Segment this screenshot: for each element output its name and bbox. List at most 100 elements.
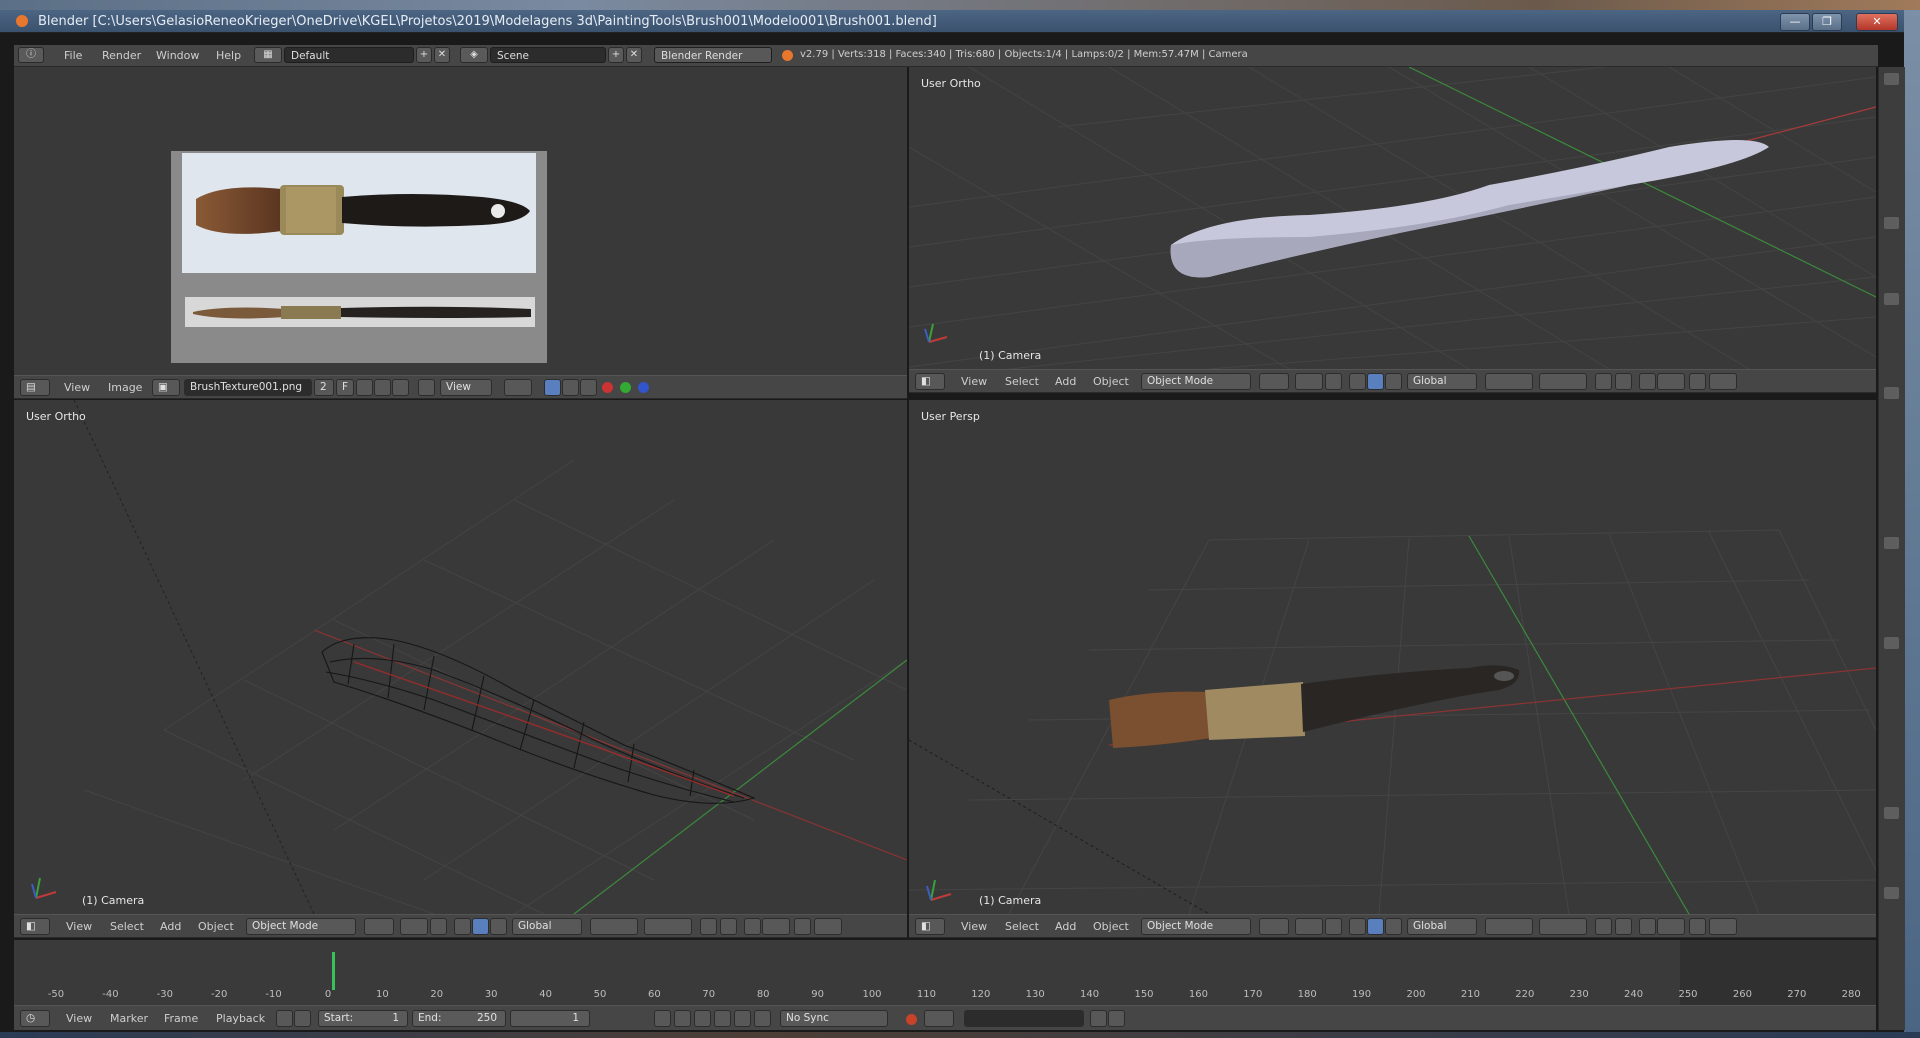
jump-start-icon[interactable] [654,1010,671,1027]
snap-toggle-icon[interactable] [1639,373,1656,390]
transform-orientation-select[interactable]: Global [1407,373,1477,390]
pivot-point-icon[interactable] [400,918,428,935]
toolbar-icon[interactable] [1884,217,1899,229]
menu-add[interactable]: Add [1055,375,1076,388]
maximize-button[interactable]: ❐ [1812,13,1842,31]
pivot-point-icon[interactable] [1295,373,1323,390]
menu-select[interactable]: Select [110,920,144,933]
pivot-icon[interactable] [504,379,532,396]
translate-manipulator-icon[interactable] [1349,918,1366,935]
z-buffer-icon[interactable] [580,379,597,396]
menu-view[interactable]: View [66,920,92,933]
viewport-bottom-right[interactable]: User Persp (1) Camera [909,400,1876,914]
keying-set-icon[interactable] [924,1010,954,1027]
translate-manipulator-icon[interactable] [1349,373,1366,390]
snap-element-icon[interactable] [762,918,790,935]
delete-layout-button[interactable]: ✕ [434,47,450,63]
proportional-edit-icon[interactable] [720,918,737,935]
toolbar-icon[interactable] [1884,807,1899,819]
menu-view[interactable]: View [961,920,987,933]
menu-view[interactable]: View [66,1012,92,1025]
delete-keyframe-icon[interactable] [1108,1010,1125,1027]
viewport-top-right[interactable]: User Ortho (1) Camera [909,67,1876,369]
menu-object[interactable]: Object [1093,375,1129,388]
layers-grid-2-icon[interactable] [644,918,692,935]
preview-range-icon[interactable] [276,1010,293,1027]
viewport-bottom-left[interactable]: User Ortho (1) Camera [14,400,907,914]
scale-manipulator-icon[interactable] [1385,918,1402,935]
screen-layout-icon[interactable]: ▦ [254,47,282,63]
scale-manipulator-icon[interactable] [490,918,507,935]
insert-keyframe-icon[interactable] [1090,1010,1107,1027]
start-frame-field[interactable]: Start: 1 [318,1010,408,1027]
new-image-icon[interactable] [356,379,373,396]
manipulator-toggle-icon[interactable] [1325,918,1342,935]
layer-lock-icon[interactable] [1595,373,1612,390]
layers-grid-2-icon[interactable] [1539,373,1587,390]
opengl-render-icon[interactable] [1689,373,1706,390]
close-button[interactable]: ✕ [1856,13,1898,31]
rotate-manipulator-icon[interactable] [472,918,489,935]
snap-element-icon[interactable] [1657,918,1685,935]
editor-type-image-button[interactable]: ▤ [20,379,50,396]
toolbar-icon[interactable] [1884,537,1899,549]
next-keyframe-icon[interactable] [734,1010,751,1027]
image-browse-button[interactable]: ▣ [152,379,180,396]
play-reverse-icon[interactable] [694,1010,711,1027]
transform-orientation-select[interactable]: Global [1407,918,1477,935]
rotate-manipulator-icon[interactable] [1367,373,1384,390]
menu-render[interactable]: Render [102,49,141,62]
transform-orientation-select[interactable]: Global [512,918,582,935]
screen-layout-field[interactable]: Default [284,47,414,63]
menu-object[interactable]: Object [198,920,234,933]
add-layout-button[interactable]: + [416,47,432,63]
menu-select[interactable]: Select [1005,375,1039,388]
layer-lock-icon[interactable] [700,918,717,935]
proportional-edit-icon[interactable] [1615,918,1632,935]
translate-manipulator-icon[interactable] [454,918,471,935]
play-icon[interactable] [714,1010,731,1027]
display-channels-icon[interactable] [544,379,561,396]
menu-window[interactable]: Window [156,49,199,62]
editor-type-info-button[interactable]: ⓘ [18,47,44,63]
opengl-render-icon[interactable] [794,918,811,935]
pin-image-icon[interactable] [418,379,435,396]
render-engine-select[interactable]: Blender Render [654,47,772,63]
editor-type-3dview-button[interactable]: ◧ [915,373,945,390]
scale-manipulator-icon[interactable] [1385,373,1402,390]
unlink-image-icon[interactable] [392,379,409,396]
minimize-button[interactable]: — [1780,13,1810,31]
toolbar-icon[interactable] [1884,387,1899,399]
image-editor[interactable] [14,67,907,375]
shading-select-icon[interactable] [364,918,394,935]
menu-select[interactable]: Select [1005,920,1039,933]
lock-range-icon[interactable] [294,1010,311,1027]
toolbar-icon[interactable] [1884,73,1899,85]
snap-toggle-icon[interactable] [1639,918,1656,935]
toolbar-icon[interactable] [1884,887,1899,899]
menu-add[interactable]: Add [1055,920,1076,933]
menu-marker[interactable]: Marker [110,1012,148,1025]
layers-grid-1-icon[interactable] [1485,373,1533,390]
sync-mode-select[interactable]: No Sync [780,1010,888,1027]
jump-end-icon[interactable] [754,1010,771,1027]
scene-icon[interactable]: ◈ [460,47,488,63]
prev-keyframe-icon[interactable] [674,1010,691,1027]
mode-select[interactable]: Object Mode [1141,373,1251,390]
tool-shelf-strip[interactable] [1878,67,1905,1030]
mode-select[interactable]: Object Mode [246,918,356,935]
menu-frame[interactable]: Frame [164,1012,198,1025]
layers-grid-2-icon[interactable] [1539,918,1587,935]
menu-file[interactable]: File [64,49,82,62]
record-icon[interactable] [906,1014,917,1025]
editor-type-3dview-button[interactable]: ◧ [20,918,50,935]
mode-select[interactable]: Object Mode [1141,918,1251,935]
proportional-edit-icon[interactable] [1615,373,1632,390]
view-mode-select[interactable]: View [440,379,492,396]
blue-channel-icon[interactable] [638,382,649,393]
green-channel-icon[interactable] [620,382,631,393]
opengl-anim-icon[interactable] [1709,373,1737,390]
active-keying-set-field[interactable] [964,1010,1084,1027]
menu-image[interactable]: Image [108,381,142,394]
rotate-manipulator-icon[interactable] [1367,918,1384,935]
